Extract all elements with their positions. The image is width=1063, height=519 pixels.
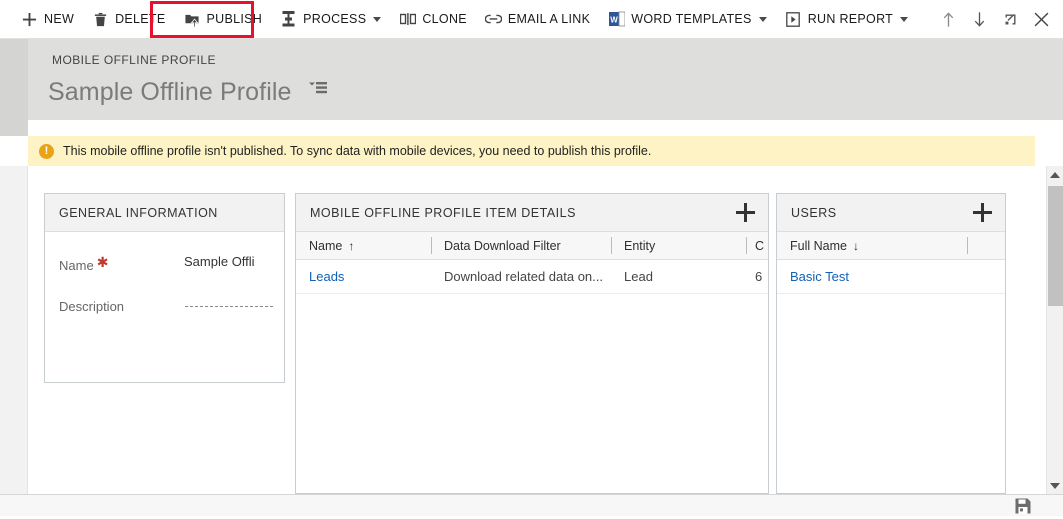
general-information-title: GENERAL INFORMATION [59,205,218,220]
process-button-label: PROCESS [303,12,367,26]
email-a-link-button[interactable]: EMAIL A LINK [476,1,599,38]
warning-icon [39,143,54,159]
email-a-link-button-label: EMAIL A LINK [507,12,591,26]
header-left-rail [0,39,28,136]
command-bar-right-actions [933,0,1057,39]
run-report-button[interactable]: RUN REPORT [776,1,917,38]
cell-name[interactable]: Leads [296,260,431,293]
profile-item-details-title: MOBILE OFFLINE PROFILE ITEM DETAILS [310,205,576,220]
save-floppy-icon[interactable] [1015,498,1031,514]
column-header-name[interactable]: Name ↑ [296,232,431,259]
add-user-plus-icon[interactable] [973,203,992,222]
new-button[interactable]: NEW [12,1,83,38]
clone-button[interactable]: CLONE [390,1,476,38]
cell-truncated: 6 [755,269,763,284]
page-title-text: Sample Offline Profile [48,78,292,106]
page-title: Sample Offline Profile [48,73,327,107]
pop-out-icon[interactable] [995,1,1026,38]
sort-ascending-icon: ↑ [348,238,355,253]
page-header: MOBILE OFFLINE PROFILE Sample Offline Pr… [0,39,1063,120]
clone-icon [399,11,416,28]
general-information-fields: Name ✱ Sample Offli Description [45,232,284,382]
description-field-label: Description [59,299,125,314]
plus-icon [21,11,38,28]
chevron-down-icon [900,16,909,22]
command-bar: NEW DELETE PUBLISH PROCESS CLONE EMAIL A… [0,0,1063,39]
process-button[interactable]: PROCESS [271,1,390,38]
next-record-down-arrow-icon[interactable] [964,1,995,38]
run-report-button-label: RUN REPORT [807,12,894,26]
word-templates-button[interactable]: W WORD TEMPLATES [599,1,775,38]
notification-bar: This mobile offline profile isn't publis… [28,136,1035,166]
table-row[interactable]: Basic Test [777,260,1005,294]
process-icon [280,11,297,28]
description-field-value[interactable] [185,306,273,307]
required-indicator: ✱ [96,254,109,270]
scroll-down-arrow-icon[interactable] [1047,477,1063,494]
users-section: USERS Full Name ↓ Basic Test [776,193,1006,494]
publish-button[interactable]: PUBLISH [175,1,272,38]
scrollbar-thumb[interactable] [1048,186,1063,306]
trash-icon [92,11,109,28]
profile-item-grid-body: Leads Download related data on... Lead 6 [296,260,768,294]
previous-record-up-arrow-icon[interactable] [933,1,964,38]
notification-message: This mobile offline profile isn't publis… [63,144,652,158]
column-header-data-download-filter[interactable]: Data Download Filter [431,232,611,259]
column-header-truncated[interactable]: C [746,232,768,259]
column-header-users-spacer[interactable] [967,232,1005,259]
svg-text:W: W [610,15,618,24]
link-icon [484,11,502,28]
column-header-full-name[interactable]: Full Name ↓ [777,232,967,259]
general-information-section: GENERAL INFORMATION Name ✱ Sample Offli D… [44,193,285,383]
close-icon[interactable] [1026,1,1057,38]
add-profile-item-plus-icon[interactable] [736,203,755,222]
form-body: GENERAL INFORMATION Name ✱ Sample Offli D… [0,166,1063,494]
form-selector-icon[interactable] [308,73,327,94]
word-templates-button-label: WORD TEMPLATES [631,12,752,26]
users-grid-body: Basic Test [777,260,1005,294]
profile-item-details-section: MOBILE OFFLINE PROFILE ITEM DETAILS Name… [295,193,769,494]
users-header: USERS [777,194,1005,232]
publish-upload-icon [184,11,201,28]
delete-button-label: DELETE [115,12,166,26]
field-row-name: Name ✱ Sample Offli [45,254,284,274]
column-header-entity[interactable]: Entity [611,232,746,259]
profile-item-grid-header: Name ↑ Data Download Filter Entity C [296,232,768,260]
breadcrumb[interactable]: MOBILE OFFLINE PROFILE [52,53,216,67]
profile-item-details-header: MOBILE OFFLINE PROFILE ITEM DETAILS [296,194,768,232]
users-title: USERS [791,205,837,220]
cell-users-spacer [967,260,1005,293]
scroll-up-arrow-icon[interactable] [1047,166,1063,183]
general-information-header: GENERAL INFORMATION [45,194,284,232]
chevron-down-icon [373,16,382,22]
sort-descending-icon: ↓ [852,238,859,253]
dynamics-record-form: NEW DELETE PUBLISH PROCESS CLONE EMAIL A… [0,0,1063,516]
clone-button-label: CLONE [422,12,467,26]
left-rail [0,166,28,494]
field-row-description: Description [45,299,284,319]
run-report-icon [785,11,802,28]
chevron-down-icon [758,16,767,22]
name-field-value[interactable]: Sample Offli [184,254,272,269]
status-footer [0,494,1063,516]
cell-full-name[interactable]: Basic Test [777,260,967,293]
cell-data-download-filter: Download related data on... [444,269,603,284]
table-row[interactable]: Leads Download related data on... Lead 6 [296,260,768,294]
word-document-icon: W [608,11,625,28]
name-field-label: Name ✱ [59,254,109,273]
users-grid-header: Full Name ↓ [777,232,1005,260]
cell-entity: Lead [624,269,653,284]
vertical-scrollbar[interactable] [1046,166,1063,494]
delete-button[interactable]: DELETE [83,1,174,38]
new-button-label: NEW [44,12,75,26]
publish-button-label: PUBLISH [206,12,263,26]
